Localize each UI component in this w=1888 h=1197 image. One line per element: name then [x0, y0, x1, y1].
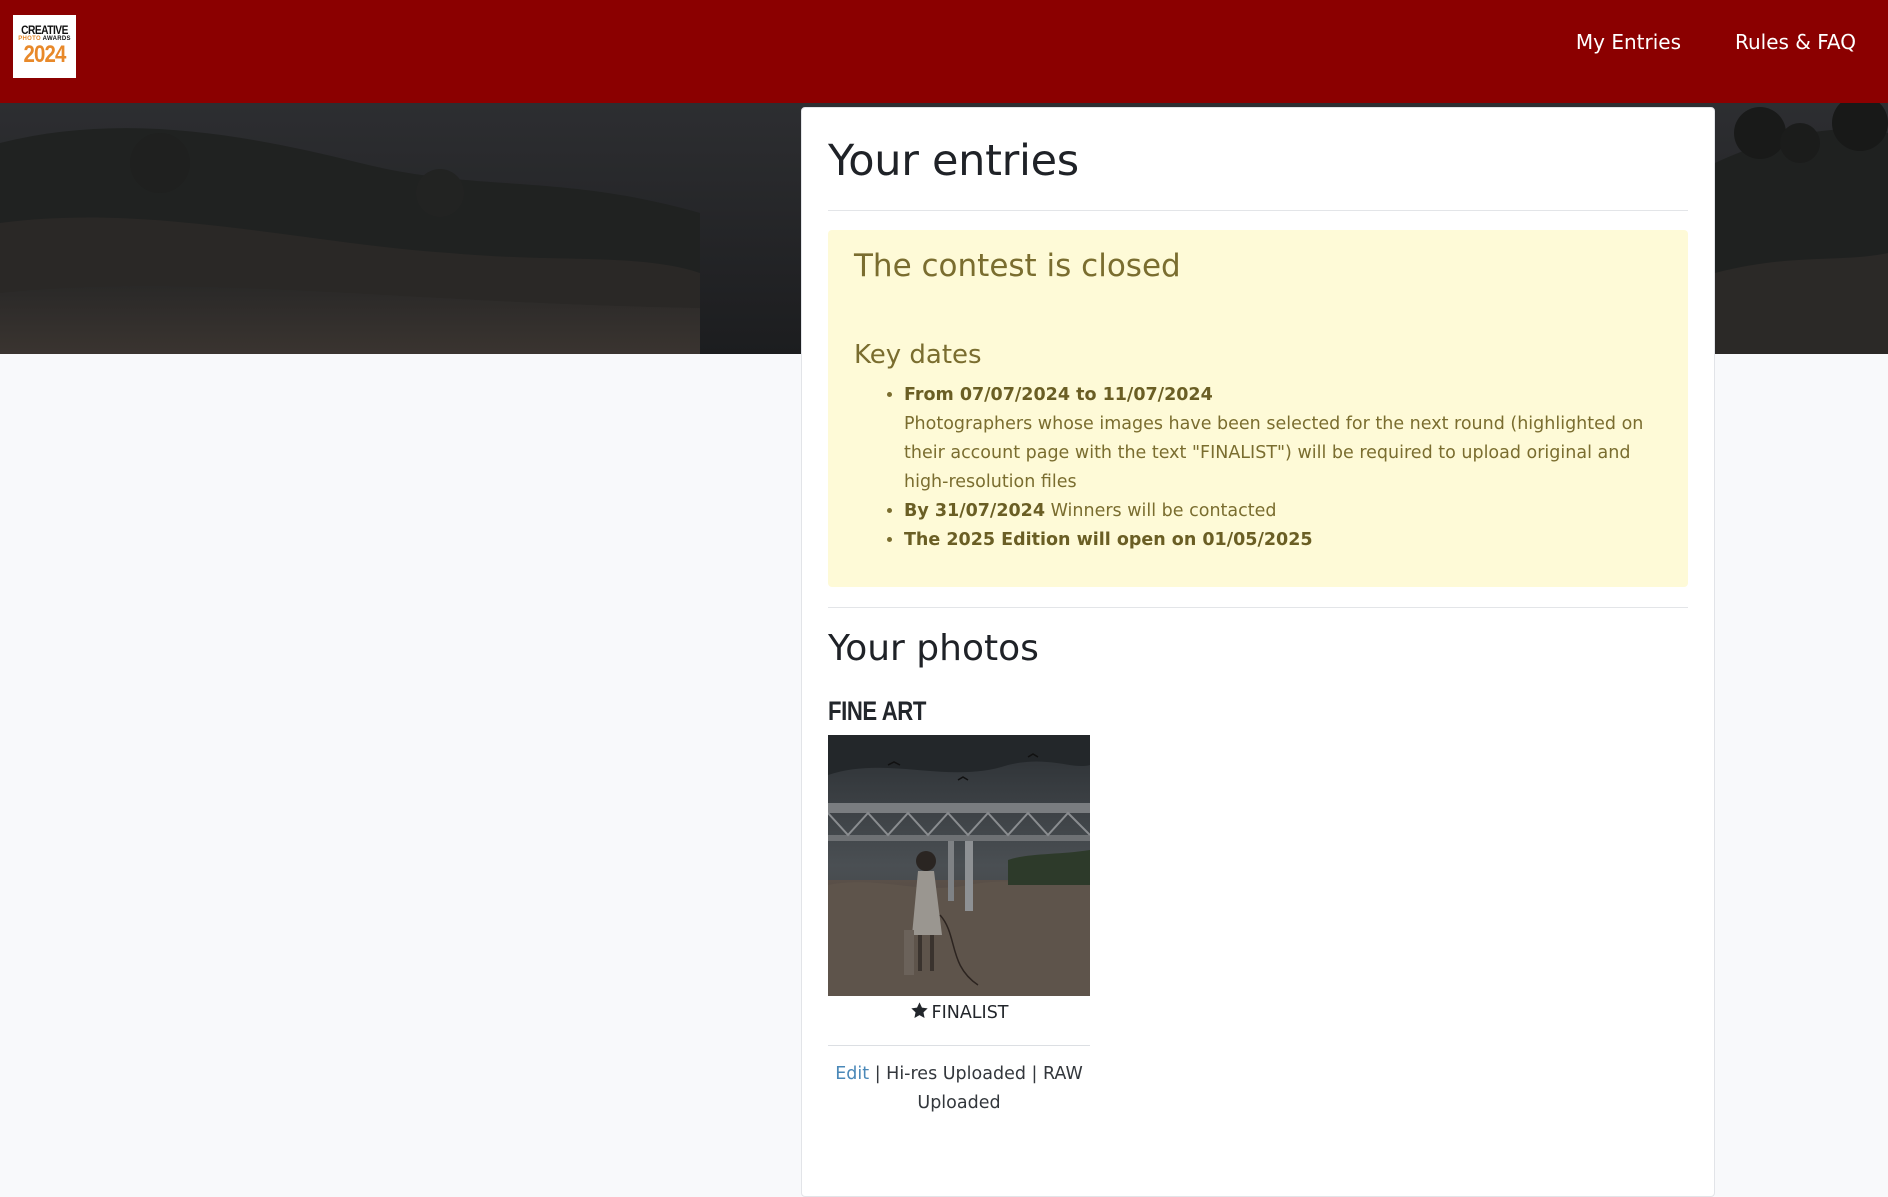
contest-closed-alert: The contest is closed Key dates From 07/… — [828, 230, 1688, 587]
page-title: Your entries — [828, 136, 1079, 186]
divider — [828, 607, 1688, 608]
status-separator: | — [869, 1064, 887, 1084]
star-icon — [910, 1002, 928, 1018]
logo[interactable]: CREATIVE PHOTO AWARDS 2024 — [13, 15, 76, 78]
photos-section-title: Your photos — [828, 628, 1039, 669]
status-separator: | — [1025, 1064, 1043, 1084]
key-dates-list: From 07/07/2024 to 11/07/2024 Photograph… — [854, 381, 1662, 555]
key-date-bold: From 07/07/2024 to 11/07/2024 — [904, 385, 1213, 405]
finalist-badge: FINALIST — [828, 1000, 1090, 1026]
photo-entry: FINALIST Edit | Hi-res Uploaded | RAW Up… — [828, 735, 1090, 1118]
top-navbar: CREATIVE PHOTO AWARDS 2024 My Entries Ru… — [0, 0, 1888, 103]
key-date-text: Winners will be contacted — [1045, 501, 1277, 521]
entry-status: Edit | Hi-res Uploaded | RAW Uploaded — [828, 1060, 1090, 1118]
key-date-bold: The 2025 Edition will open on 01/05/2025 — [904, 530, 1313, 550]
hires-status: Hi-res Uploaded — [886, 1064, 1026, 1084]
logo-line1: CREATIVE — [21, 23, 68, 37]
key-date-item: From 07/07/2024 to 11/07/2024 Photograph… — [904, 381, 1662, 497]
alert-title: The contest is closed — [854, 248, 1181, 284]
key-date-bold: By 31/07/2024 — [904, 501, 1046, 521]
entry-photo-thumbnail[interactable] — [828, 735, 1090, 996]
finalist-label: FINALIST — [931, 1003, 1009, 1023]
logo-year: 2024 — [23, 41, 67, 68]
divider — [828, 210, 1688, 211]
key-date-text: Photographers whose images have been sel… — [904, 414, 1644, 492]
key-dates-title: Key dates — [854, 340, 982, 370]
divider — [828, 1045, 1090, 1046]
nav-rules-faq[interactable]: Rules & FAQ — [1735, 30, 1856, 54]
key-date-item: By 31/07/2024 Winners will be contacted — [904, 497, 1662, 526]
main-nav: My Entries Rules & FAQ — [1576, 30, 1856, 54]
entries-card: Your entries The contest is closed Key d… — [801, 107, 1715, 1197]
edit-entry-link[interactable]: Edit — [835, 1064, 869, 1084]
nav-my-entries[interactable]: My Entries — [1576, 30, 1681, 54]
key-date-item: The 2025 Edition will open on 01/05/2025 — [904, 526, 1662, 555]
category-title: FINE ART — [828, 696, 926, 726]
